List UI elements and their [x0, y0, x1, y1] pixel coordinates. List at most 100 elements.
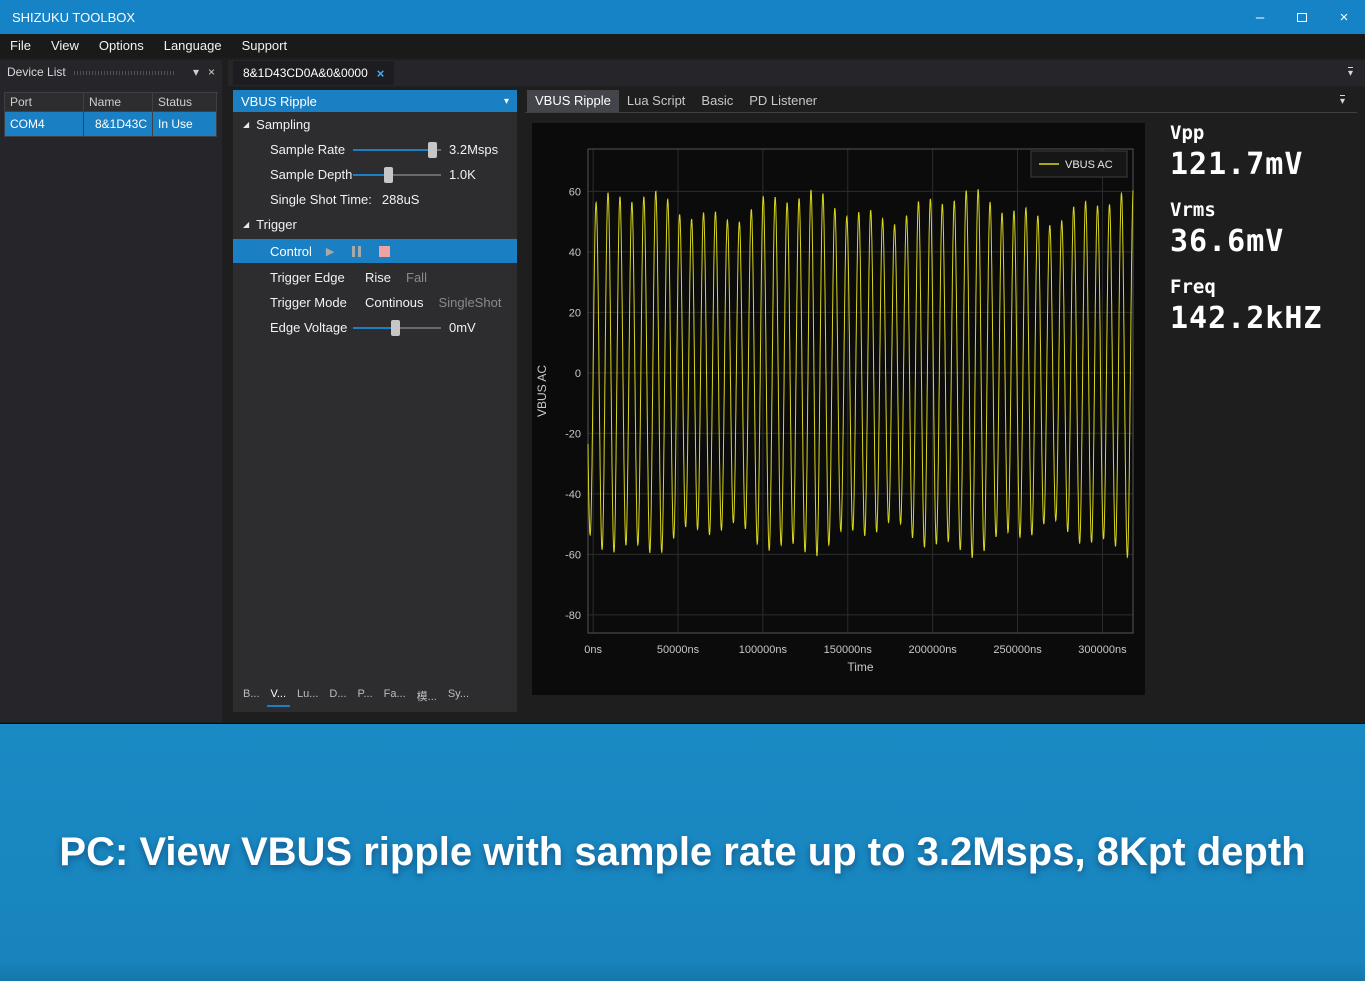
column-header-status[interactable]: Status — [153, 93, 217, 112]
title-bar: SHIZUKU TOOLBOX – × — [0, 0, 1365, 34]
stop-icon[interactable] — [379, 246, 390, 257]
control-row[interactable]: Control ▶ — [233, 239, 517, 263]
device-row[interactable]: COM4 8&1D43C In Use — [5, 112, 218, 137]
menu-item-view[interactable]: View — [41, 34, 89, 58]
doc-tab-label: 8&1D43CD0A&0&0000 — [243, 66, 368, 80]
svg-text:100000ns: 100000ns — [739, 644, 788, 656]
trigger-edge-fall[interactable]: Fall — [406, 270, 427, 285]
sample-rate-label: Sample Rate — [270, 142, 353, 157]
close-icon[interactable]: × — [208, 65, 215, 79]
device-doc-tab[interactable]: 8&1D43CD0A&0&0000 × — [233, 61, 394, 85]
tab-pd-listener[interactable]: PD Listener — [741, 90, 825, 112]
menu-item-support[interactable]: Support — [232, 34, 298, 58]
vpp-readout: Vpp 121.7mV — [1170, 120, 1323, 184]
slider-handle[interactable] — [384, 167, 393, 183]
edge-voltage-label: Edge Voltage — [270, 320, 353, 335]
sample-rate-value: 3.2Msps — [449, 142, 498, 157]
mini-tab-b[interactable]: B... — [239, 686, 264, 707]
trigger-group-label: Trigger — [256, 217, 297, 232]
freq-value: 142.2kHZ — [1170, 300, 1323, 338]
panel-selector-label: VBUS Ripple — [241, 94, 317, 109]
settings-panel: VBUS Ripple ▾ ◢ Sampling Sample Rate 3.2… — [233, 90, 517, 712]
vrms-value: 36.6mV — [1170, 223, 1323, 261]
vrms-label: Vrms — [1170, 197, 1323, 223]
device-status: In Use — [153, 112, 217, 137]
trigger-edge-rise[interactable]: Rise — [365, 270, 391, 285]
settings-tab-strip: B... V... Lu... D... P... Fa... 模... Sy.… — [239, 686, 473, 707]
tab-list-icon[interactable]: ▾ — [1340, 95, 1345, 107]
column-header-name[interactable]: Name — [84, 93, 153, 112]
single-shot-value: 288uS — [382, 192, 420, 207]
slider-fill — [353, 327, 395, 329]
svg-text:VBUS AC: VBUS AC — [535, 365, 549, 417]
svg-text:-20: -20 — [565, 428, 581, 440]
trigger-group[interactable]: ◢ Trigger — [233, 212, 517, 237]
sample-depth-value: 1.0K — [449, 167, 476, 182]
close-button[interactable]: × — [1323, 0, 1365, 34]
mini-tab-mo[interactable]: 模... — [413, 686, 441, 707]
vrms-readout: Vrms 36.6mV — [1170, 197, 1323, 261]
tab-lua-script[interactable]: Lua Script — [619, 90, 694, 112]
device-name: 8&1D43C — [84, 112, 153, 137]
mini-tab-v[interactable]: V... — [267, 686, 291, 707]
trigger-mode-continous[interactable]: Continous — [365, 295, 424, 310]
tab-list-icon[interactable]: ▾ — [1348, 67, 1353, 79]
maximize-button[interactable] — [1281, 0, 1323, 34]
svg-text:-40: -40 — [565, 489, 581, 501]
vpp-value: 121.7mV — [1170, 146, 1323, 184]
device-list-panel: Device List ▾ × Port Name Status COM4 8&… — [0, 60, 222, 722]
caption-text: PC: View VBUS ripple with sample rate up… — [59, 830, 1305, 875]
ripple-chart: 0ns50000ns100000ns150000ns200000ns250000… — [532, 123, 1145, 695]
panel-selector-dropdown[interactable]: VBUS Ripple ▾ — [233, 90, 517, 112]
sample-depth-label: Sample Depth — [270, 167, 353, 182]
device-list-header: Device List ▾ × — [0, 60, 222, 84]
svg-text:VBUS AC: VBUS AC — [1065, 159, 1113, 171]
svg-text:0: 0 — [575, 368, 581, 380]
edge-voltage-value: 0mV — [449, 320, 476, 335]
window-buttons: – × — [1239, 0, 1365, 34]
expander-icon[interactable]: ◢ — [243, 120, 249, 129]
menu-item-language[interactable]: Language — [154, 34, 232, 58]
svg-text:20: 20 — [569, 307, 581, 319]
chart-panel: VBUS Ripple Lua Script Basic PD Listener… — [525, 90, 1357, 712]
tab-vbus-ripple[interactable]: VBUS Ripple — [527, 90, 619, 112]
sample-rate-slider[interactable] — [353, 142, 441, 158]
column-header-port[interactable]: Port — [5, 93, 84, 112]
single-shot-row: Single Shot Time: 288uS — [233, 187, 517, 212]
edge-voltage-row: Edge Voltage 0mV — [233, 315, 517, 340]
expander-icon[interactable]: ◢ — [243, 220, 249, 229]
menu-item-file[interactable]: File — [0, 34, 41, 58]
mini-tab-sy[interactable]: Sy... — [444, 686, 473, 707]
mini-tab-lu[interactable]: Lu... — [293, 686, 322, 707]
trigger-mode-singleshot[interactable]: SingleShot — [439, 295, 502, 310]
mini-tab-fa[interactable]: Fa... — [380, 686, 410, 707]
trigger-mode-row: Trigger Mode Continous SingleShot — [233, 290, 517, 315]
slider-fill — [353, 149, 432, 151]
caption-banner: PC: View VBUS ripple with sample rate up… — [0, 724, 1365, 981]
edge-voltage-slider[interactable] — [353, 320, 441, 336]
menu-item-options[interactable]: Options — [89, 34, 154, 58]
slider-handle[interactable] — [391, 320, 400, 336]
minimize-button[interactable]: – — [1239, 0, 1281, 34]
play-icon[interactable]: ▶ — [326, 245, 334, 258]
sampling-group[interactable]: ◢ Sampling — [233, 112, 517, 137]
chevron-down-icon: ▾ — [504, 96, 509, 107]
svg-text:250000ns: 250000ns — [993, 644, 1042, 656]
close-icon[interactable]: × — [377, 66, 385, 81]
tab-basic[interactable]: Basic — [693, 90, 741, 112]
mini-tab-p[interactable]: P... — [354, 686, 377, 707]
trigger-edge-row: Trigger Edge Rise Fall — [233, 265, 517, 290]
mini-tab-d[interactable]: D... — [325, 686, 350, 707]
chevron-down-icon[interactable]: ▾ — [193, 65, 199, 79]
svg-text:-80: -80 — [565, 610, 581, 622]
single-shot-label: Single Shot Time: — [270, 192, 372, 207]
device-table-header: Port Name Status — [5, 93, 218, 112]
pause-icon[interactable] — [352, 246, 361, 257]
sample-depth-slider[interactable] — [353, 167, 441, 183]
sample-rate-row: Sample Rate 3.2Msps — [233, 137, 517, 162]
menu-bar: File View Options Language Support — [0, 34, 1365, 58]
svg-text:0ns: 0ns — [584, 644, 602, 656]
slider-handle[interactable] — [428, 142, 437, 158]
svg-text:60: 60 — [569, 186, 581, 198]
svg-text:200000ns: 200000ns — [908, 644, 957, 656]
